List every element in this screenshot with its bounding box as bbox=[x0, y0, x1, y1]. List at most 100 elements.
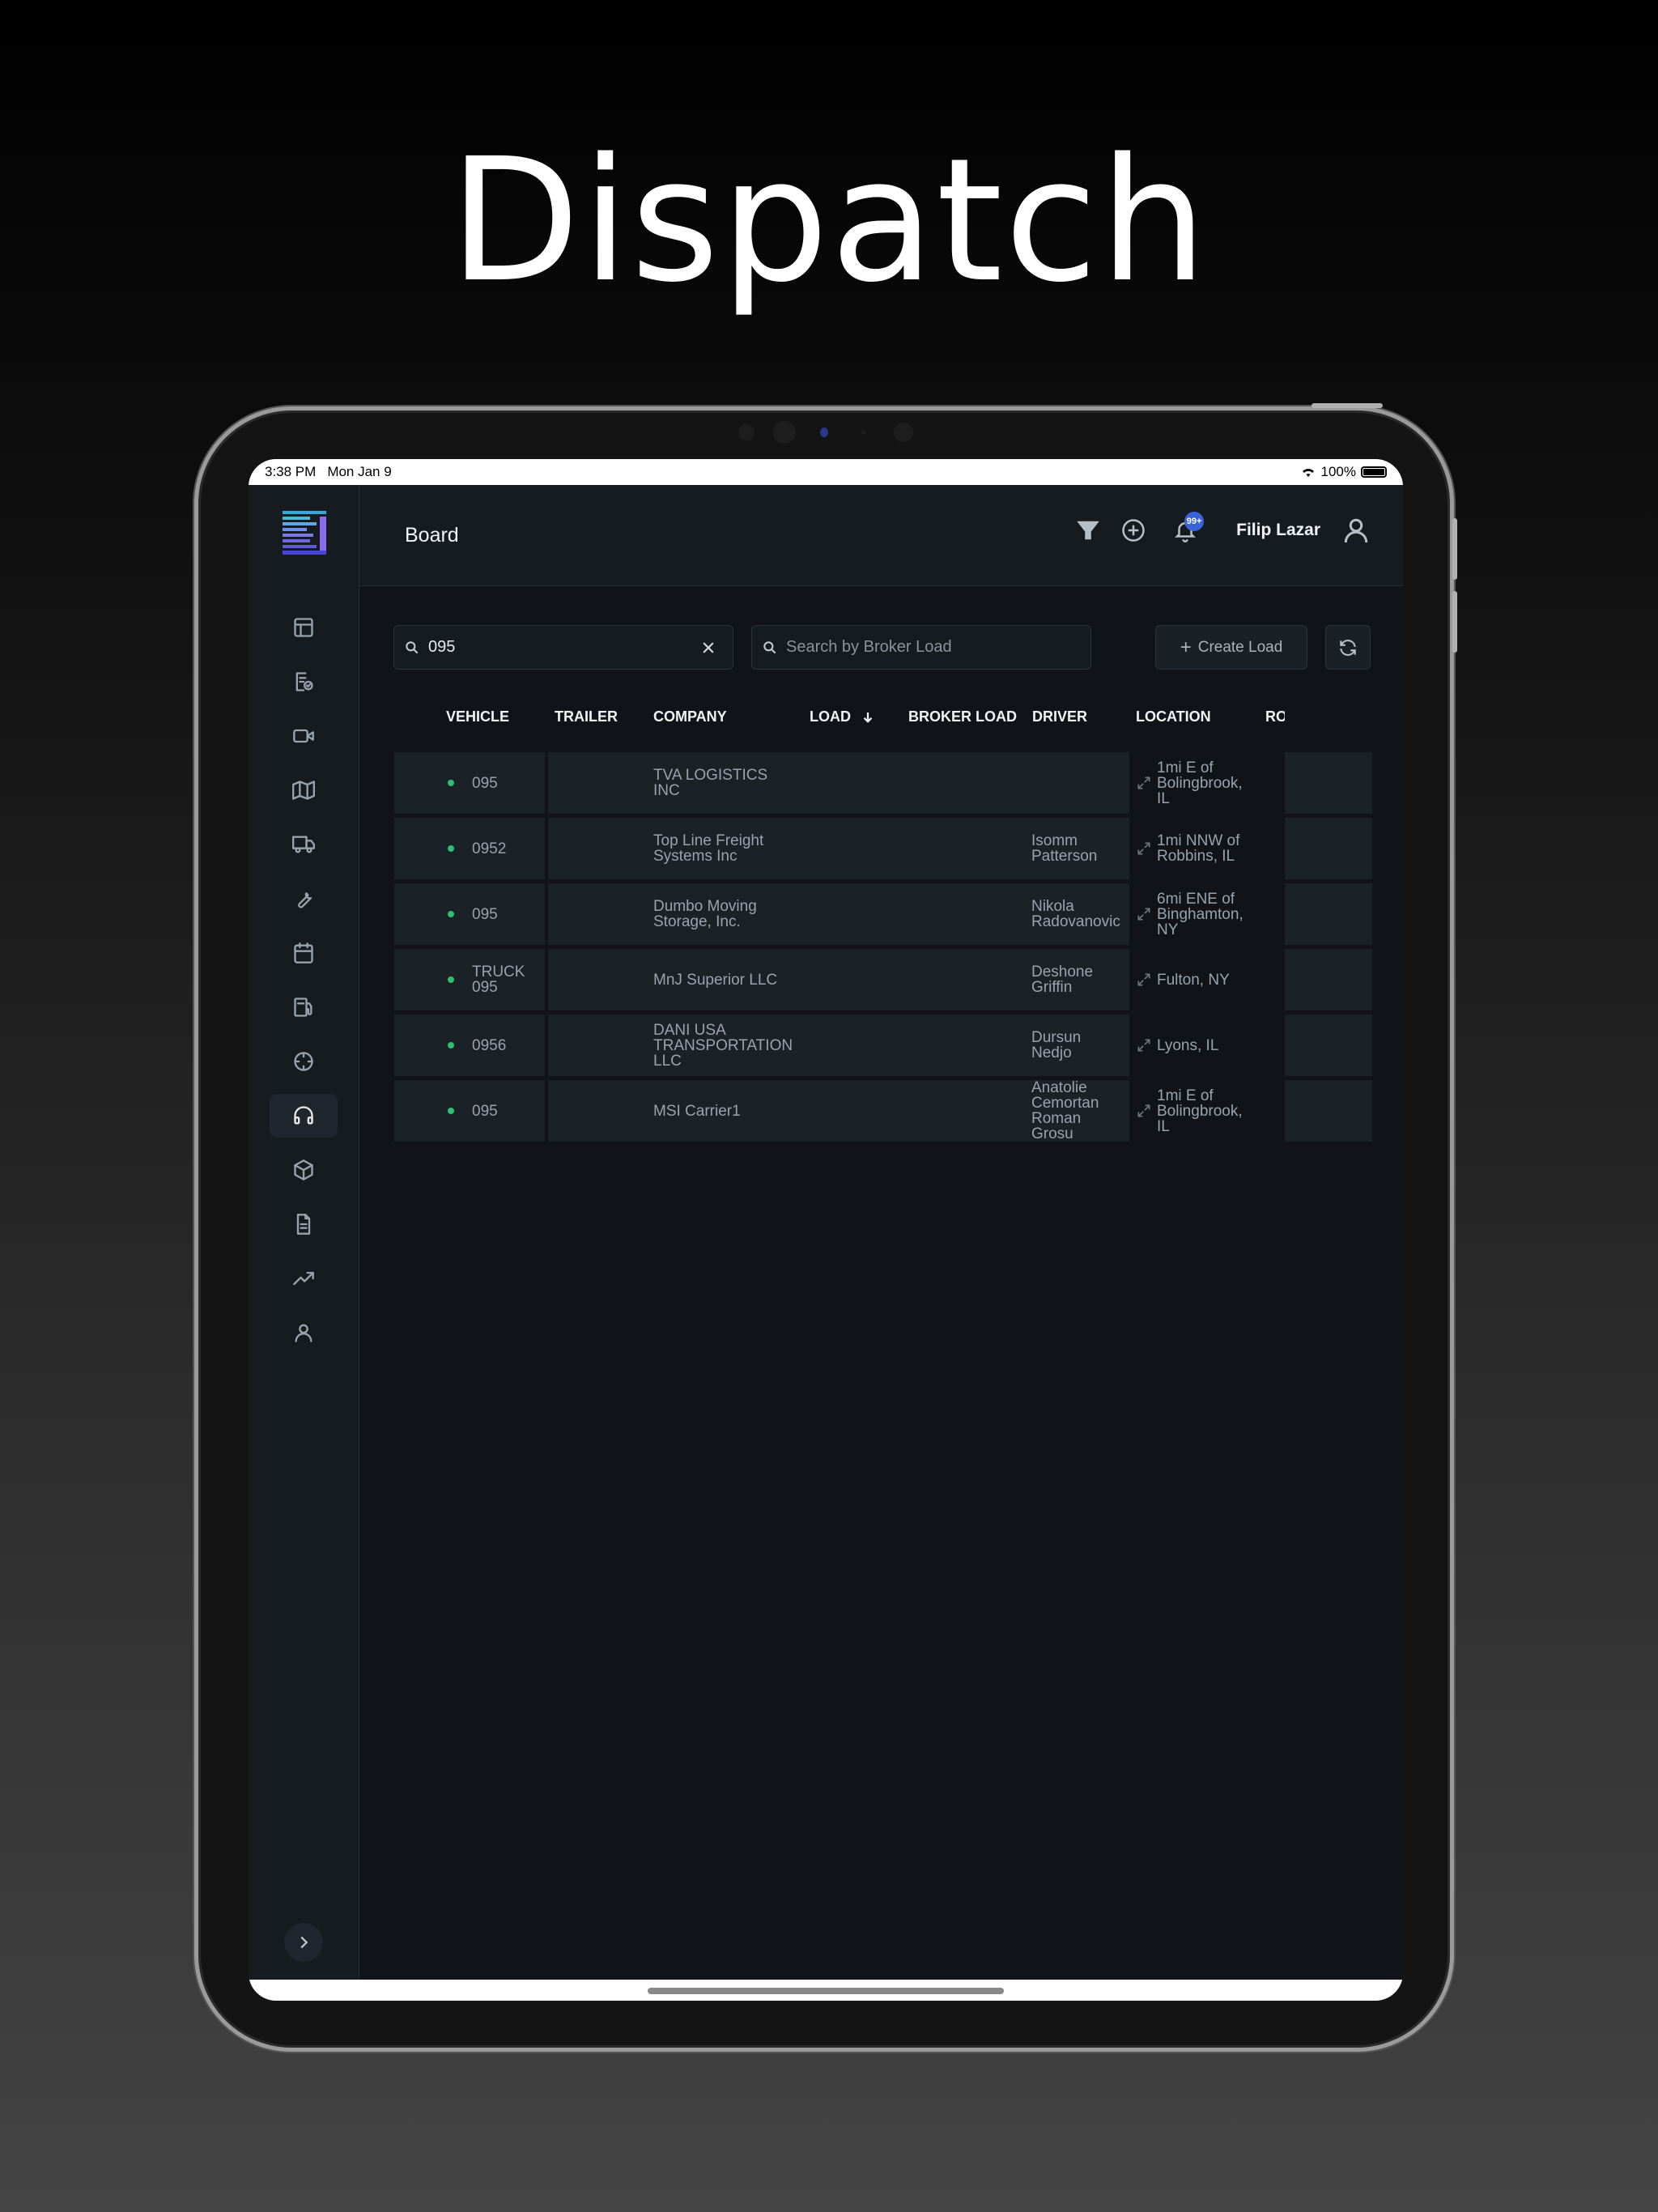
vehicle-search-field[interactable] bbox=[393, 625, 733, 670]
status-dot bbox=[448, 911, 454, 917]
driver-cell-line: Dursun bbox=[1031, 1029, 1082, 1046]
filter-button[interactable] bbox=[1076, 518, 1100, 542]
table-row[interactable]: 095 TVA LOGISTICS INC 1mi E of Bolingbrook, I… bbox=[394, 752, 1372, 814]
expand-location-icon[interactable] bbox=[1136, 1103, 1152, 1123]
camera-dot bbox=[861, 430, 866, 435]
nav-fuel[interactable] bbox=[270, 985, 338, 1029]
clear-search-icon[interactable] bbox=[700, 640, 716, 656]
table-row[interactable]: 095 MSI Carrier1 Anatolie Cemortan Roman Gros… bbox=[394, 1080, 1372, 1142]
status-bar: 3:38 PM Mon Jan 9 100% bbox=[249, 459, 1403, 485]
table-cell bbox=[1285, 883, 1372, 945]
col-vehicle[interactable]: VEHICLE bbox=[446, 708, 509, 725]
location-cell: 1mi E of Bolingbrook, IL bbox=[1157, 1088, 1254, 1134]
location-cell-line: 1mi NNW of bbox=[1157, 832, 1240, 849]
driver-cell: Isomm Patterson bbox=[1031, 833, 1130, 864]
add-button[interactable] bbox=[1121, 518, 1146, 542]
volume-up-button bbox=[1452, 518, 1457, 580]
col-location[interactable]: LOCATION bbox=[1136, 708, 1211, 725]
col-driver[interactable]: DRIVER bbox=[1032, 708, 1087, 725]
table-row[interactable]: 0952 Top Line Freight Systems Inc Isomm Patt… bbox=[394, 818, 1372, 879]
home-indicator[interactable] bbox=[648, 1988, 1004, 1994]
location-cell: Fulton, NY bbox=[1157, 972, 1254, 988]
nav-vehicles[interactable] bbox=[270, 823, 338, 866]
expand-sidebar-button[interactable] bbox=[284, 1923, 323, 1962]
camera-dot bbox=[773, 421, 796, 444]
table-row[interactable]: 0956 DANI USA TRANSPORTATION LLC Dursun Nedjo… bbox=[394, 1015, 1372, 1076]
broker-search-input[interactable] bbox=[786, 638, 1090, 657]
vehicle-cell: TRUCK 095 bbox=[472, 964, 525, 995]
expand-location-icon[interactable] bbox=[1136, 972, 1152, 992]
expand-location-icon[interactable] bbox=[1136, 840, 1152, 861]
driver-cell-line: Patterson bbox=[1031, 848, 1098, 865]
nav-cameras[interactable] bbox=[270, 714, 338, 758]
arrow-down-icon bbox=[863, 712, 873, 723]
vehicle-cell-line: 095 bbox=[472, 979, 498, 996]
expand-location-icon[interactable] bbox=[1136, 775, 1152, 795]
nav-inspections[interactable] bbox=[270, 660, 338, 704]
vehicle-cell: 095 bbox=[472, 907, 498, 922]
location-cell: 1mi NNW of Robbins, IL bbox=[1157, 833, 1254, 864]
table-row[interactable]: 095 Dumbo Moving Storage, Inc. Nikola Radova… bbox=[394, 883, 1372, 945]
notifications-button[interactable]: 99+ bbox=[1173, 512, 1205, 542]
table-cell bbox=[1285, 1015, 1372, 1076]
driver-cell-line: Cemortan bbox=[1031, 1095, 1099, 1112]
status-dot bbox=[448, 976, 454, 983]
box-icon bbox=[294, 1159, 313, 1180]
nav-documents[interactable] bbox=[270, 1202, 338, 1246]
driver-cell-line: Deshone bbox=[1031, 963, 1094, 981]
col-load[interactable]: LOAD bbox=[810, 708, 875, 725]
headline: Dispatch bbox=[449, 121, 1209, 320]
location-cell-line: Lyons, IL bbox=[1157, 1036, 1219, 1054]
table-cell bbox=[1285, 1080, 1372, 1142]
broker-search-field[interactable] bbox=[751, 625, 1091, 670]
nav-calendar[interactable] bbox=[270, 931, 338, 975]
chevron-right-icon bbox=[300, 1936, 308, 1949]
user-name[interactable]: Filip Lazar bbox=[1236, 521, 1320, 540]
vehicle-search-input[interactable] bbox=[428, 638, 691, 657]
company-cell-line: TVA LOGISTICS bbox=[653, 767, 768, 784]
table-cell bbox=[394, 818, 545, 879]
col-ro[interactable]: RO bbox=[1265, 708, 1285, 725]
col-company[interactable]: COMPANY bbox=[653, 708, 727, 725]
search-icon bbox=[406, 640, 419, 653]
table-cell bbox=[394, 1080, 545, 1142]
nav-users[interactable] bbox=[270, 1311, 338, 1355]
driver-cell: Nikola Radovanovic bbox=[1031, 899, 1130, 929]
headphones-icon bbox=[294, 1106, 313, 1125]
vehicle-cell: 095 bbox=[472, 776, 498, 791]
company-cell: Dumbo Moving Storage, Inc. bbox=[653, 899, 815, 929]
location-cell-line: Robbins, IL bbox=[1157, 848, 1235, 865]
driver-cell: Dursun Nedjo bbox=[1031, 1030, 1130, 1061]
table-row[interactable]: TRUCK 095 MnJ Superior LLC Deshone Griffin Fu… bbox=[394, 949, 1372, 1010]
driver-cell-line: Roman bbox=[1031, 1110, 1082, 1127]
status-right: 100% bbox=[1300, 464, 1387, 480]
nav-maintenance[interactable] bbox=[270, 877, 338, 921]
table-cell bbox=[1285, 818, 1372, 879]
vehicle-cell: 095 bbox=[472, 1104, 498, 1119]
nav-map[interactable] bbox=[270, 768, 338, 812]
col-broker-load[interactable]: BROKER LOAD bbox=[908, 708, 1017, 725]
location-cell-line: Binghamton, bbox=[1157, 905, 1244, 923]
location-cell-line: Fulton, NY bbox=[1157, 971, 1230, 989]
company-cell-line: LLC bbox=[653, 1052, 682, 1070]
expand-location-icon[interactable] bbox=[1136, 1037, 1152, 1057]
table-cell bbox=[1285, 752, 1372, 814]
status-dot bbox=[448, 780, 454, 786]
nav-dispatch[interactable] bbox=[270, 1094, 338, 1138]
expand-location-icon[interactable] bbox=[1136, 906, 1152, 926]
vehicle-cell-line: 095 bbox=[472, 1102, 498, 1120]
refresh-button[interactable] bbox=[1325, 625, 1371, 670]
col-trailer[interactable]: TRAILER bbox=[555, 708, 618, 725]
nav-reports[interactable] bbox=[270, 1257, 338, 1300]
nav-tracking[interactable] bbox=[270, 1040, 338, 1083]
nav-loads[interactable] bbox=[270, 1148, 338, 1192]
compass-icon bbox=[294, 1052, 313, 1071]
nav-dashboard[interactable] bbox=[270, 606, 338, 649]
create-load-button[interactable]: + Create Load bbox=[1155, 625, 1307, 670]
company-cell-line: Systems Inc bbox=[653, 848, 738, 865]
company-cell: TVA LOGISTICS INC bbox=[653, 768, 815, 798]
wifi-icon bbox=[1302, 469, 1314, 477]
app-logo[interactable] bbox=[281, 509, 328, 556]
profile-button[interactable] bbox=[1341, 516, 1371, 545]
fuel-icon bbox=[294, 998, 312, 1017]
